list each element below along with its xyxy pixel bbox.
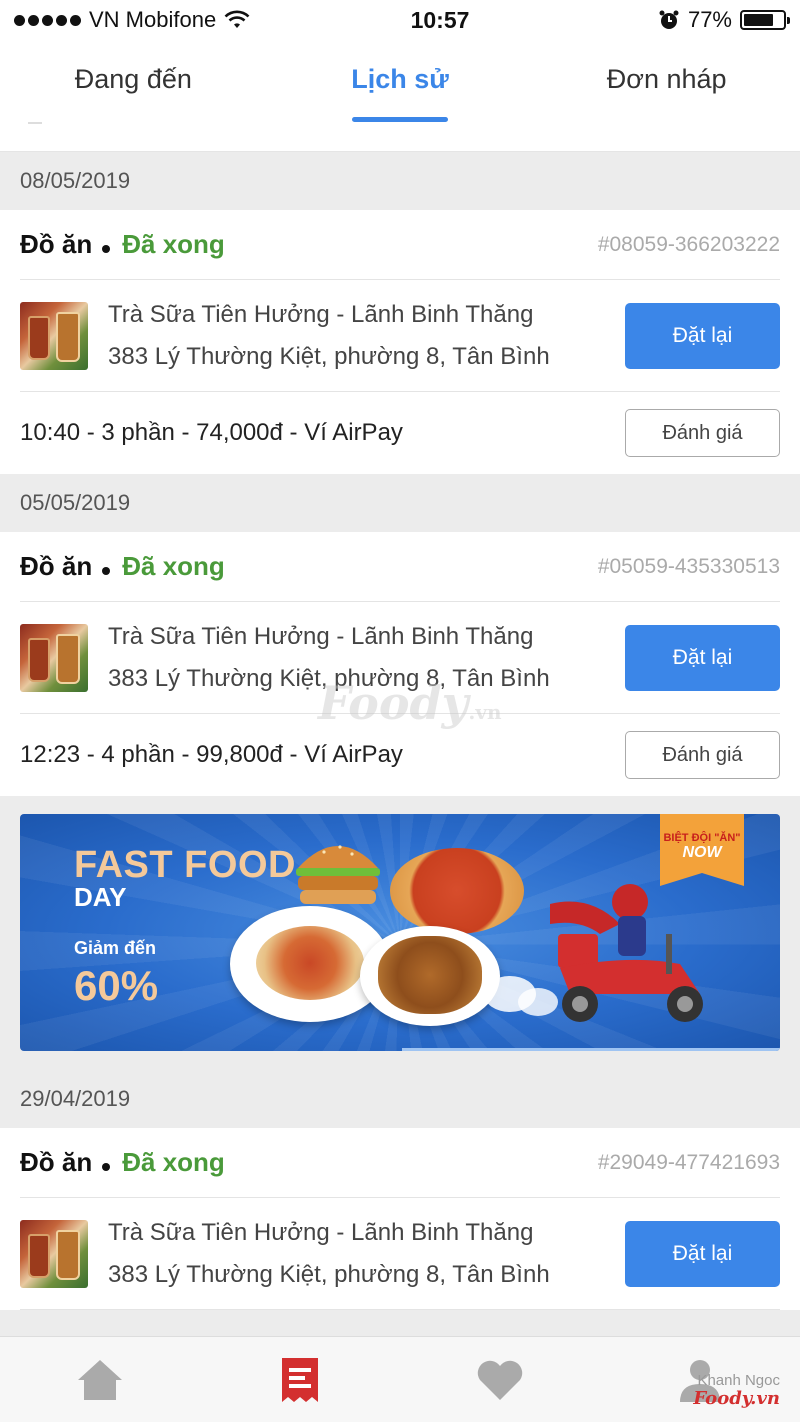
- reorder-button[interactable]: Đặt lại: [625, 624, 780, 691]
- fried-chicken-image: [360, 926, 500, 1026]
- active-tab-indicator: [352, 117, 448, 122]
- banner-discount: 60%: [74, 962, 159, 1009]
- delivery-scooter-image: [484, 884, 703, 1022]
- burger-image: [296, 845, 380, 904]
- home-icon: [78, 1359, 122, 1400]
- shop-name: Trà Sữa Tiên Hưởng - Lãnh Binh Thăng: [108, 622, 534, 650]
- shop-info: Trà Sữa Tiên Hưởng - Lãnh Binh Thăng 383…: [108, 616, 625, 700]
- separator-dot: [102, 566, 111, 575]
- shop-address: 383 Lý Thường Kiệt, phường 8, Tân Bình: [108, 664, 550, 692]
- order-shop-row[interactable]: Trà Sữa Tiên Hưởng - Lãnh Binh Thăng 383…: [20, 602, 780, 714]
- date-header: 08/05/2019: [0, 152, 800, 210]
- rate-button[interactable]: Đánh giá: [625, 731, 780, 779]
- author-tag: Khanh Ngoc Foody.vn: [693, 1372, 780, 1408]
- signal-icon: [14, 14, 81, 26]
- status-right: 77%: [626, 7, 790, 33]
- banner-title: FAST FOOD: [74, 844, 296, 886]
- banner-subtitle: Giảm đến: [74, 938, 157, 958]
- wifi-icon: [224, 10, 250, 28]
- order-type: Đồ ăn: [20, 551, 93, 581]
- carrier-label: VN Mobifone: [89, 7, 217, 32]
- battery-level: [744, 14, 774, 26]
- tab-don-nhap[interactable]: Đơn nháp: [533, 40, 800, 151]
- order-header: Đồ ăn Đã xong #08059-366203222: [20, 210, 780, 280]
- separator-dot: [102, 1162, 111, 1171]
- date-header: 05/05/2019: [0, 474, 800, 532]
- heart-icon: [477, 1360, 523, 1400]
- date-header: 29/04/2019: [0, 1070, 800, 1128]
- tab-label: Đang đến: [74, 64, 192, 94]
- orders-icon: [282, 1357, 318, 1402]
- reorder-button[interactable]: Đặt lại: [625, 1220, 780, 1287]
- order-type: Đồ ăn: [20, 1147, 93, 1177]
- separator-dot: [102, 244, 111, 253]
- order-summary: 10:40 - 3 phần - 74,000đ - Ví AirPay: [20, 419, 403, 446]
- nav-home[interactable]: [0, 1337, 200, 1422]
- alarm-icon: [659, 10, 679, 29]
- order-card[interactable]: Đồ ăn Đã xong #08059-366203222 Trà Sữa T…: [0, 210, 800, 474]
- order-id: #08059-366203222: [597, 232, 780, 256]
- tab-lich-su[interactable]: Lịch sử: [267, 40, 534, 151]
- shop-thumbnail: [20, 623, 88, 692]
- shop-thumbnail: [20, 1219, 88, 1288]
- order-card[interactable]: Đồ ăn Đã xong #05059-435330513 Trà Sữa T…: [0, 532, 800, 796]
- shop-info: Trà Sữa Tiên Hưởng - Lãnh Binh Thăng 383…: [108, 294, 625, 378]
- order-history-list[interactable]: 08/05/2019 Đồ ăn Đã xong #08059-36620322…: [0, 152, 800, 1310]
- reorder-button[interactable]: Đặt lại: [625, 302, 780, 369]
- nav-orders[interactable]: [200, 1337, 400, 1422]
- badge-line2: NOW: [682, 844, 722, 861]
- badge-line1: BIỆT ĐỘI "ĂN": [663, 832, 741, 844]
- banner-title-line2: DAY: [74, 882, 127, 912]
- bottom-navigation: [0, 1336, 800, 1422]
- nav-favorites[interactable]: [400, 1337, 600, 1422]
- status-time: 10:57: [410, 6, 470, 33]
- order-header: Đồ ăn Đã xong #05059-435330513: [20, 532, 780, 602]
- promo-banner[interactable]: FAST FOOD DAY Giảm đến 60% BIỆT ĐỘI "ĂN"…: [20, 814, 780, 1051]
- order-tabs: Đang đến Lịch sử Đơn nháp: [0, 40, 800, 152]
- order-shop-row[interactable]: Trà Sữa Tiên Hưởng - Lãnh Binh Thăng 383…: [20, 1198, 780, 1310]
- brand-logo: Foody.vn: [693, 1388, 780, 1409]
- battery-percent: 77%: [687, 7, 732, 32]
- banner-page-indicator: [402, 1048, 780, 1051]
- shop-thumbnail: [20, 301, 88, 370]
- shop-name: Trà Sữa Tiên Hưởng - Lãnh Binh Thăng: [108, 300, 534, 328]
- order-id: #29049-477421693: [597, 1150, 780, 1174]
- order-footer: 10:40 - 3 phần - 74,000đ - Ví AirPay Đán…: [20, 392, 780, 474]
- tab-dang-den[interactable]: Đang đến: [0, 40, 267, 151]
- tab-label: Lịch sử: [351, 64, 449, 94]
- shop-name: Trà Sữa Tiên Hưởng - Lãnh Binh Thăng: [108, 1218, 534, 1246]
- order-type: Đồ ăn: [20, 229, 93, 259]
- promo-banner-container: FAST FOOD DAY Giảm đến 60% BIỆT ĐỘI "ĂN"…: [0, 796, 800, 1070]
- battery-icon: [740, 10, 790, 30]
- shop-info: Trà Sữa Tiên Hưởng - Lãnh Binh Thăng 383…: [108, 1212, 625, 1296]
- order-card[interactable]: Đồ ăn Đã xong #29049-477421693 Trà Sữa T…: [0, 1128, 800, 1310]
- order-shop-row[interactable]: Trà Sữa Tiên Hưởng - Lãnh Binh Thăng 383…: [20, 280, 780, 392]
- order-status: Đã xong: [122, 551, 225, 581]
- status-bar: VN Mobifone 10:57 77%: [0, 0, 800, 40]
- tab-label: Đơn nháp: [606, 64, 727, 94]
- order-id: #05059-435330513: [597, 554, 780, 578]
- order-footer: 12:23 - 4 phần - 99,800đ - Ví AirPay Đán…: [20, 714, 780, 796]
- rate-button[interactable]: Đánh giá: [625, 409, 780, 457]
- shop-address: 383 Lý Thường Kiệt, phường 8, Tân Bình: [108, 342, 550, 370]
- order-summary: 12:23 - 4 phần - 99,800đ - Ví AirPay: [20, 741, 403, 768]
- order-header: Đồ ăn Đã xong #29049-477421693: [20, 1128, 780, 1198]
- order-status: Đã xong: [122, 229, 225, 259]
- shop-address: 383 Lý Thường Kiệt, phường 8, Tân Bình: [108, 1260, 550, 1288]
- order-status: Đã xong: [122, 1147, 225, 1177]
